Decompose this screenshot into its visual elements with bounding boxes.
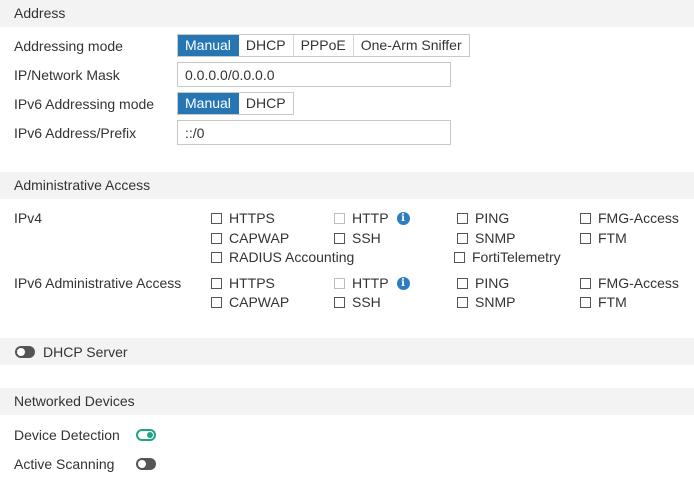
ipv4-fmg-access-label: FMG-Access bbox=[598, 210, 679, 226]
ipv4-ping-option[interactable]: PING bbox=[457, 210, 509, 226]
ipv6-address-prefix-input[interactable] bbox=[177, 120, 451, 145]
ipv6-https-option[interactable]: HTTPS bbox=[211, 275, 275, 291]
addressing-mode-manual-button[interactable]: Manual bbox=[178, 35, 239, 56]
ipv4-radius-accounting-label: RADIUS Accounting bbox=[229, 249, 355, 265]
ipv4-capwap-label: CAPWAP bbox=[229, 230, 290, 246]
ipv4-capwap-checkbox[interactable] bbox=[211, 232, 222, 244]
addressing-mode-label: Addressing mode bbox=[14, 38, 123, 54]
ipv4-fmg-access-option[interactable]: FMG-Access bbox=[580, 210, 679, 226]
ipv6-snmp-label: SNMP bbox=[475, 294, 516, 310]
ipv6-ftm-option[interactable]: FTM bbox=[580, 294, 627, 310]
ipv6-http-checkbox[interactable] bbox=[334, 277, 345, 289]
addressing-mode-pppoe-button[interactable]: PPPoE bbox=[294, 35, 354, 56]
ip-network-mask-label: IP/Network Mask bbox=[14, 67, 120, 83]
ipv6-https-label: HTTPS bbox=[229, 275, 275, 291]
ipv4-https-label: HTTPS bbox=[229, 210, 275, 226]
ipv6-mode-manual-button[interactable]: Manual bbox=[178, 93, 239, 114]
info-icon[interactable]: i bbox=[396, 211, 410, 225]
ipv4-snmp-option[interactable]: SNMP bbox=[457, 230, 515, 246]
ipv4-radius-accounting-checkbox[interactable] bbox=[211, 251, 222, 263]
ipv6-mode-dhcp-button[interactable]: DHCP bbox=[239, 93, 293, 114]
toggle-knob bbox=[17, 348, 25, 356]
ipv6-ftm-label: FTM bbox=[598, 294, 627, 310]
address-section-header: Address bbox=[0, 0, 694, 27]
ip-network-mask-input[interactable] bbox=[177, 62, 451, 87]
device-detection-label: Device Detection bbox=[14, 427, 120, 443]
ipv6-capwap-option[interactable]: CAPWAP bbox=[211, 294, 289, 310]
ipv4-https-checkbox[interactable] bbox=[211, 212, 222, 224]
dhcp-server-label: DHCP Server bbox=[43, 344, 128, 360]
toggle-knob bbox=[147, 432, 153, 438]
ipv4-ssh-label: SSH bbox=[352, 230, 381, 246]
ipv4-ftm-checkbox[interactable] bbox=[580, 232, 591, 244]
ipv6-snmp-option[interactable]: SNMP bbox=[457, 294, 515, 310]
ipv6-ssh-label: SSH bbox=[352, 294, 381, 310]
ipv4-ssh-checkbox[interactable] bbox=[334, 232, 345, 244]
ipv4-https-option[interactable]: HTTPS bbox=[211, 210, 275, 226]
ipv6-ping-checkbox[interactable] bbox=[457, 277, 468, 289]
ipv4-fmg-access-checkbox[interactable] bbox=[580, 212, 591, 224]
ipv4-fortitelemetry-label: FortiTelemetry bbox=[472, 249, 561, 265]
ipv6-admin-access-label: IPv6 Administrative Access bbox=[14, 275, 182, 291]
ipv6-address-prefix-label: IPv6 Address/Prefix bbox=[14, 125, 137, 141]
info-icon[interactable]: i bbox=[396, 276, 410, 290]
ipv6-addressing-mode-selector: Manual DHCP bbox=[177, 92, 294, 115]
ipv4-ping-checkbox[interactable] bbox=[457, 212, 468, 224]
ipv4-http-checkbox[interactable] bbox=[334, 212, 345, 224]
ipv4-ftm-label: FTM bbox=[598, 230, 627, 246]
networked-devices-section-header: Networked Devices bbox=[0, 388, 694, 415]
addressing-mode-dhcp-button[interactable]: DHCP bbox=[239, 35, 294, 56]
administrative-access-section-header: Administrative Access bbox=[0, 172, 694, 199]
ipv6-fmg-access-option[interactable]: FMG-Access bbox=[580, 275, 679, 291]
ipv6-http-label: HTTP bbox=[352, 275, 389, 291]
ipv6-ftm-checkbox[interactable] bbox=[580, 296, 591, 308]
ipv6-ping-label: PING bbox=[475, 275, 510, 291]
ipv4-snmp-label: SNMP bbox=[475, 230, 516, 246]
ipv4-capwap-option[interactable]: CAPWAP bbox=[211, 230, 289, 246]
ipv4-fortitelemetry-checkbox[interactable] bbox=[454, 251, 465, 263]
addressing-mode-selector: Manual DHCP PPPoE One-Arm Sniffer bbox=[177, 34, 470, 57]
device-detection-toggle[interactable] bbox=[136, 429, 156, 441]
ipv4-radius-accounting-option[interactable]: RADIUS Accounting bbox=[211, 249, 354, 265]
ipv6-ssh-option[interactable]: SSH bbox=[334, 294, 381, 310]
ipv6-fmg-access-label: FMG-Access bbox=[598, 275, 679, 291]
ipv4-http-label: HTTP bbox=[352, 210, 389, 226]
ipv4-snmp-checkbox[interactable] bbox=[457, 232, 468, 244]
ipv6-https-checkbox[interactable] bbox=[211, 277, 222, 289]
ipv6-http-option[interactable]: HTTP i bbox=[334, 275, 410, 291]
ipv6-snmp-checkbox[interactable] bbox=[457, 296, 468, 308]
toggle-knob bbox=[138, 460, 146, 468]
ipv6-addressing-mode-label: IPv6 Addressing mode bbox=[14, 96, 155, 112]
ipv4-fortitelemetry-option[interactable]: FortiTelemetry bbox=[454, 249, 561, 265]
dhcp-server-toggle[interactable] bbox=[15, 346, 35, 358]
ipv4-access-label: IPv4 bbox=[14, 210, 43, 226]
addressing-mode-one-arm-sniffer-button[interactable]: One-Arm Sniffer bbox=[354, 35, 469, 56]
ipv6-fmg-access-checkbox[interactable] bbox=[580, 277, 591, 289]
ipv4-http-option[interactable]: HTTP i bbox=[334, 210, 410, 226]
ipv6-ping-option[interactable]: PING bbox=[457, 275, 509, 291]
ipv4-ftm-option[interactable]: FTM bbox=[580, 230, 627, 246]
ipv4-ssh-option[interactable]: SSH bbox=[334, 230, 381, 246]
ipv6-ssh-checkbox[interactable] bbox=[334, 296, 345, 308]
ipv6-capwap-label: CAPWAP bbox=[229, 294, 290, 310]
ipv4-ping-label: PING bbox=[475, 210, 510, 226]
ipv6-capwap-checkbox[interactable] bbox=[211, 296, 222, 308]
active-scanning-label: Active Scanning bbox=[14, 456, 115, 472]
active-scanning-toggle[interactable] bbox=[136, 458, 156, 470]
